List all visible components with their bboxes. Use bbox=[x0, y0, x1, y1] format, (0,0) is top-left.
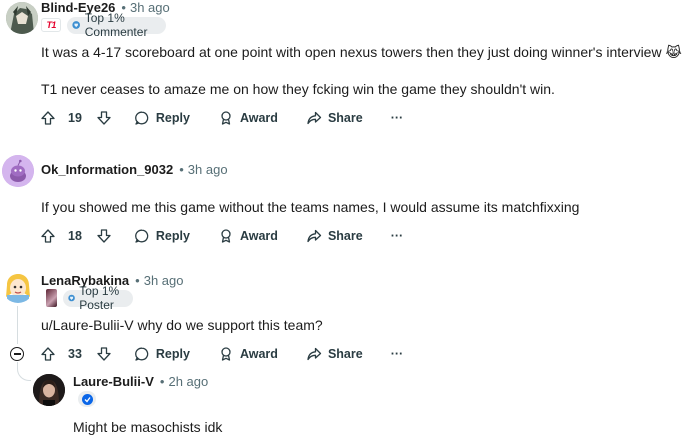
author-name[interactable]: Ok_Information_9032 bbox=[41, 162, 173, 177]
more-options-button[interactable]: ··· bbox=[391, 111, 404, 125]
comment-bubble-icon bbox=[134, 111, 149, 125]
award-icon bbox=[221, 111, 231, 125]
badge-label: Top 1% Commenter bbox=[84, 11, 148, 39]
award-button[interactable]: Award bbox=[218, 346, 278, 362]
more-icon: ··· bbox=[390, 111, 404, 125]
share-icon bbox=[307, 229, 322, 243]
vote-group: 19 bbox=[40, 110, 112, 126]
upvote-icon[interactable] bbox=[40, 110, 56, 126]
avatar[interactable] bbox=[2, 155, 34, 187]
more-icon: ··· bbox=[390, 229, 404, 243]
reply-button[interactable]: Reply bbox=[134, 228, 190, 244]
share-label: Share bbox=[327, 347, 363, 361]
avatar-image-icon bbox=[6, 2, 38, 34]
comment-body-line: T1 never ceases to amaze me on how they … bbox=[41, 81, 555, 97]
award-label: Award bbox=[239, 229, 278, 243]
share-button[interactable]: Share bbox=[306, 346, 363, 362]
collapse-thread-button[interactable] bbox=[10, 347, 24, 361]
timestamp[interactable]: 3h ago bbox=[188, 162, 228, 177]
thread-branch-line bbox=[17, 367, 31, 381]
checkmark-icon bbox=[81, 393, 93, 405]
badge-label: Top 1% Poster bbox=[79, 284, 120, 312]
meta-dot: • bbox=[179, 162, 184, 177]
vote-group: 18 bbox=[40, 228, 112, 244]
avatar[interactable] bbox=[6, 2, 38, 34]
share-button[interactable]: Share bbox=[306, 110, 363, 126]
reply-label: Reply bbox=[155, 229, 190, 243]
flair-text: T1 bbox=[46, 20, 56, 30]
timestamp[interactable]: 2h ago bbox=[168, 374, 208, 389]
more-options-button[interactable]: ··· bbox=[391, 229, 404, 243]
vote-count: 18 bbox=[68, 229, 82, 243]
vote-group: 33 bbox=[40, 346, 112, 362]
reply-label: Reply bbox=[155, 111, 190, 125]
trophy-icon bbox=[68, 294, 75, 302]
avatar[interactable] bbox=[33, 374, 65, 406]
trophy-icon bbox=[72, 21, 81, 29]
award-icon bbox=[221, 347, 231, 361]
downvote-icon[interactable] bbox=[96, 346, 112, 362]
achievement-badge[interactable]: Top 1% Poster bbox=[63, 284, 133, 312]
meta-dot: • bbox=[135, 273, 140, 288]
comment-bubble-icon bbox=[134, 229, 149, 243]
achievement-badge[interactable]: Top 1% Commenter bbox=[67, 11, 166, 39]
downvote-icon[interactable] bbox=[96, 110, 112, 126]
avatar[interactable] bbox=[2, 271, 34, 303]
comment-body-line: Might be masochists idk bbox=[73, 419, 223, 435]
share-button[interactable]: Share bbox=[306, 228, 363, 244]
author-name[interactable]: Laure-Bulii-V bbox=[73, 374, 154, 389]
reply-label: Reply bbox=[155, 347, 190, 361]
comment-body-line: If you showed me this game without the t… bbox=[41, 199, 580, 215]
downvote-icon[interactable] bbox=[96, 228, 112, 244]
share-icon bbox=[307, 111, 322, 125]
share-label: Share bbox=[327, 111, 363, 125]
vote-count: 19 bbox=[68, 111, 82, 125]
comment-body-line: u/Laure-Bulii-V why do we support this t… bbox=[41, 317, 323, 333]
meta-dot: • bbox=[159, 374, 165, 389]
upvote-icon[interactable] bbox=[40, 346, 56, 362]
comment-body-line: It was a 4-17 scoreboard at one point wi… bbox=[41, 44, 682, 60]
award-icon bbox=[221, 229, 231, 243]
award-button[interactable]: Award bbox=[218, 228, 278, 244]
upvote-icon[interactable] bbox=[40, 228, 56, 244]
award-label: Award bbox=[239, 111, 278, 125]
snoo-avatar-icon bbox=[2, 155, 34, 187]
thread-line bbox=[17, 306, 18, 344]
reply-button[interactable]: Reply bbox=[134, 346, 190, 362]
avatar-image-icon bbox=[2, 271, 34, 303]
avatar-image-icon bbox=[33, 374, 65, 406]
reply-button[interactable]: Reply bbox=[134, 110, 190, 126]
award-label: Award bbox=[239, 347, 278, 361]
more-icon: ··· bbox=[390, 347, 404, 361]
share-label: Share bbox=[327, 229, 363, 243]
more-options-button[interactable]: ··· bbox=[391, 347, 404, 361]
user-flair-image bbox=[46, 289, 58, 307]
share-icon bbox=[307, 347, 322, 361]
verified-badge bbox=[78, 391, 96, 407]
timestamp[interactable]: 3h ago bbox=[144, 273, 184, 288]
vote-count: 33 bbox=[68, 347, 82, 361]
user-flair: T1 bbox=[41, 18, 62, 32]
award-button[interactable]: Award bbox=[218, 110, 278, 126]
comment-bubble-icon bbox=[134, 347, 149, 361]
